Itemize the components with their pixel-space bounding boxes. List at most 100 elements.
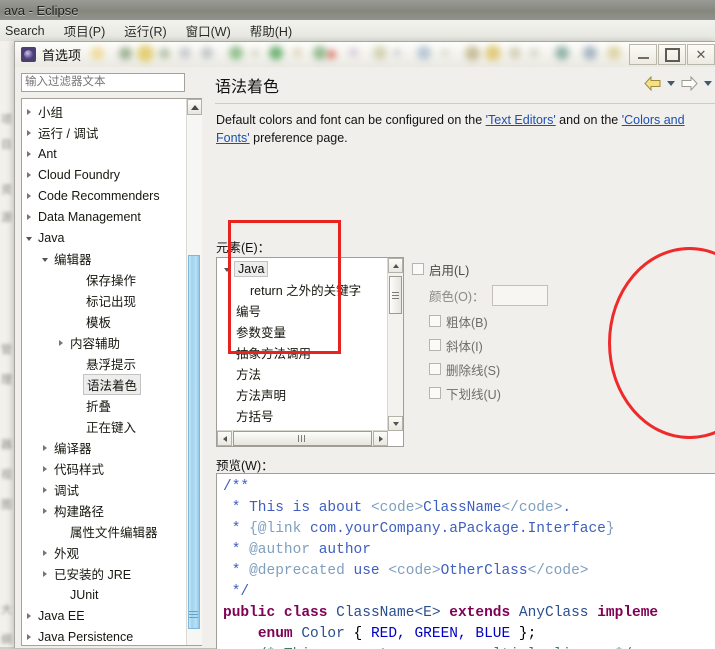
chevron-right-icon[interactable] xyxy=(38,465,52,472)
sidebar-item-6[interactable]: Java xyxy=(22,227,188,248)
menu-search[interactable]: Search xyxy=(2,22,48,40)
forward-arrow-icon[interactable] xyxy=(681,76,698,91)
chevron-right-icon[interactable] xyxy=(22,192,36,199)
menu-run[interactable]: 运行(R) xyxy=(121,19,169,42)
element-row-1[interactable]: return 之外的关键字 xyxy=(217,279,388,300)
elements-hscroll-thumb[interactable] xyxy=(233,431,372,446)
elements-horizontal-scrollbar[interactable] xyxy=(217,430,388,446)
minimize-button[interactable] xyxy=(629,44,657,65)
chevron-right-icon[interactable] xyxy=(38,444,52,451)
sidebar-item-17[interactable]: 代码样式 xyxy=(22,458,188,479)
sidebar-item-3[interactable]: Cloud Foundry xyxy=(22,164,188,185)
sidebar-item-24[interactable]: Java EE xyxy=(22,605,188,626)
sidebar-item-12[interactable]: 悬浮提示 xyxy=(22,353,188,374)
page-header: 语法着色 xyxy=(207,67,715,103)
sidebar-item-20[interactable]: 属性文件编辑器 xyxy=(22,521,188,542)
chevron-right-icon[interactable] xyxy=(38,507,52,514)
sidebar-item-21[interactable]: 外观 xyxy=(22,542,188,563)
elements-vertical-scrollbar[interactable] xyxy=(387,258,403,431)
enable-checkbox-row[interactable]: 启用(L) xyxy=(412,257,642,281)
enable-checkbox[interactable] xyxy=(412,263,424,275)
color-row[interactable]: 颜色(O)： xyxy=(412,281,642,309)
element-row-0[interactable]: Java xyxy=(217,258,388,279)
strikethrough-checkbox[interactable] xyxy=(429,363,441,375)
underline-checkbox-row[interactable]: 下划线(U) xyxy=(412,381,642,405)
elements-list[interactable]: Java return 之外的关键字 编号 参数变量 抽象方法调用 方法 方法声明 方括号 xyxy=(216,257,404,447)
chevron-right-icon[interactable] xyxy=(22,612,36,619)
bold-checkbox-row[interactable]: 粗体(B) xyxy=(412,309,642,333)
chevron-right-icon[interactable] xyxy=(54,339,68,346)
preferences-titlebar[interactable]: 首选项 ✕ xyxy=(15,42,715,67)
italic-checkbox-row[interactable]: 斜体(I) xyxy=(412,333,642,357)
menu-help[interactable]: 帮助(H) xyxy=(247,19,295,42)
underline-checkbox[interactable] xyxy=(429,387,441,399)
sidebar-item-19[interactable]: 构建路径 xyxy=(22,500,188,521)
sidebar-item-18[interactable]: 调试 xyxy=(22,479,188,500)
chevron-right-icon[interactable] xyxy=(22,633,36,640)
forward-dropdown-icon[interactable] xyxy=(704,81,712,86)
bold-checkbox[interactable] xyxy=(429,315,441,327)
sidebar-item-23[interactable]: JUnit xyxy=(22,584,188,605)
window-controls[interactable]: ✕ xyxy=(629,42,715,67)
element-row-7[interactable]: 方括号 xyxy=(217,405,388,426)
maximize-button[interactable] xyxy=(658,44,686,65)
chevron-down-icon[interactable] xyxy=(220,266,234,272)
sidebar-item-10[interactable]: 模板 xyxy=(22,311,188,332)
back-dropdown-icon[interactable] xyxy=(667,81,675,86)
element-row-5[interactable]: 方法 xyxy=(217,363,388,384)
close-button[interactable]: ✕ xyxy=(687,44,715,65)
chevron-right-icon[interactable] xyxy=(38,570,52,577)
scroll-up-button[interactable] xyxy=(187,99,202,115)
chevron-right-icon[interactable] xyxy=(38,549,52,556)
preferences-tree[interactable]: 小组 运行 / 调试 Ant Cloud Foundry Code Recommende… xyxy=(21,98,202,646)
chevron-right-icon[interactable] xyxy=(22,171,36,178)
element-row-4[interactable]: 抽象方法调用 xyxy=(217,342,388,363)
menu-project[interactable]: 项目(P) xyxy=(61,19,109,42)
page-navigation[interactable] xyxy=(644,76,715,91)
sidebar-item-22[interactable]: 已安装的 JRE xyxy=(22,563,188,584)
elements-rows[interactable]: Java return 之外的关键字 编号 参数变量 抽象方法调用 方法 方法声明 方括号 xyxy=(217,258,388,426)
filter-input[interactable] xyxy=(21,73,185,92)
back-arrow-icon[interactable] xyxy=(644,76,661,91)
sidebar-item-7[interactable]: 编辑器 xyxy=(22,248,188,269)
sidebar-item-4[interactable]: Code Recommenders xyxy=(22,185,188,206)
chevron-right-icon[interactable] xyxy=(22,129,36,136)
elements-scroll-up-button[interactable] xyxy=(388,258,403,273)
sidebar-item-25[interactable]: Java Persistence xyxy=(22,626,188,645)
sidebar-item-13[interactable]: 语法着色 xyxy=(22,374,188,395)
code-line-3: * @author author xyxy=(223,540,715,561)
code-token: { xyxy=(344,626,371,642)
elements-vscroll-thumb[interactable] xyxy=(389,276,402,314)
sidebar-item-15[interactable]: 正在键入 xyxy=(22,416,188,437)
scrollbar-thumb[interactable] xyxy=(188,255,200,629)
sidebar-scrollbar[interactable] xyxy=(186,99,202,645)
sidebar-item-0[interactable]: 小组 xyxy=(22,101,188,122)
sidebar-item-11[interactable]: 内容辅助 xyxy=(22,332,188,353)
element-row-3[interactable]: 参数变量 xyxy=(217,321,388,342)
element-row-6[interactable]: 方法声明 xyxy=(217,384,388,405)
sidebar-item-16[interactable]: 编译器 xyxy=(22,437,188,458)
elements-scroll-down-button[interactable] xyxy=(388,416,403,431)
text-editors-link[interactable]: 'Text Editors' xyxy=(486,113,556,127)
element-row-2[interactable]: 编号 xyxy=(217,300,388,321)
menu-window[interactable]: 窗口(W) xyxy=(183,19,234,42)
sidebar-item-5[interactable]: Data Management xyxy=(22,206,188,227)
sidebar-item-8[interactable]: 保存操作 xyxy=(22,269,188,290)
elements-scroll-left-button[interactable] xyxy=(217,431,232,446)
chevron-right-icon[interactable] xyxy=(38,486,52,493)
chevron-down-icon[interactable] xyxy=(38,256,52,262)
preferences-tree-nodes[interactable]: 小组 运行 / 调试 Ant Cloud Foundry Code Recommende… xyxy=(22,99,188,645)
chevron-right-icon[interactable] xyxy=(22,150,36,157)
chevron-right-icon[interactable] xyxy=(22,213,36,220)
elements-scroll-right-button[interactable] xyxy=(373,431,388,446)
eclipse-menubar[interactable]: Search 项目(P) 运行(R) 窗口(W) 帮助(H) xyxy=(0,20,715,41)
sidebar-item-1[interactable]: 运行 / 调试 xyxy=(22,122,188,143)
chevron-right-icon[interactable] xyxy=(22,108,36,115)
sidebar-item-9[interactable]: 标记出现 xyxy=(22,290,188,311)
color-swatch-button[interactable] xyxy=(491,284,548,306)
italic-checkbox[interactable] xyxy=(429,339,441,351)
strikethrough-checkbox-row[interactable]: 删除线(S) xyxy=(412,357,642,381)
sidebar-item-2[interactable]: Ant xyxy=(22,143,188,164)
sidebar-item-14[interactable]: 折叠 xyxy=(22,395,188,416)
chevron-down-icon[interactable] xyxy=(22,235,36,241)
